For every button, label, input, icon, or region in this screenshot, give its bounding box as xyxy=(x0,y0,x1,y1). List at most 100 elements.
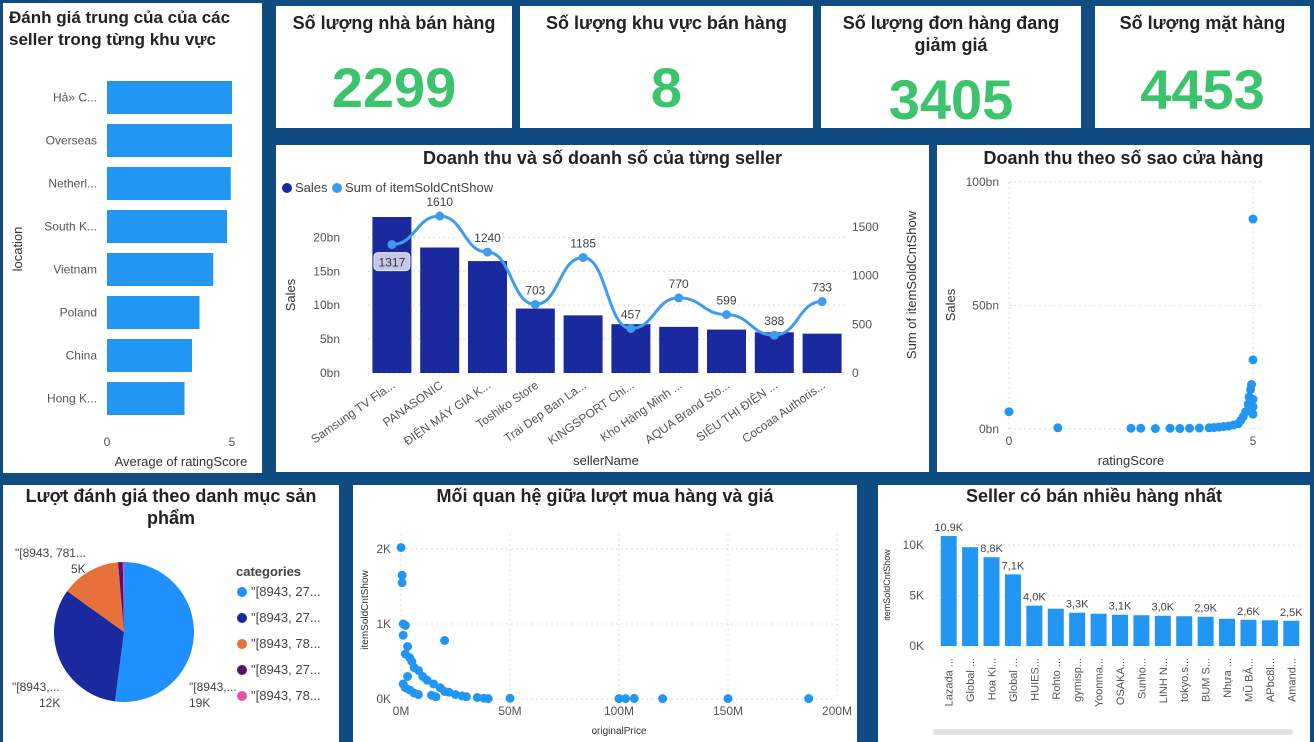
data-label: 1185 xyxy=(570,236,596,250)
top-sellers-bar-chart: 0K 5K 10K 10,9K Lazada ... Global ... 8,8K Hoa … xyxy=(882,522,1303,707)
legend-marker xyxy=(332,183,342,193)
x-tick-label: 0 xyxy=(104,435,111,449)
x-axis-label: ratingScore xyxy=(1098,453,1164,468)
location-bar-chart: Hả» C... Overseas Netherl... South K... Viet… xyxy=(10,81,247,469)
seller-bar xyxy=(962,547,979,646)
y-tick-label: 5K xyxy=(909,589,924,603)
price-scatter-chart: 0K 1K 2K 0M 50M 100M 150M 200M itemSoldCntShow or… xyxy=(360,534,852,737)
y2-tick-label: 0 xyxy=(852,366,859,380)
location-tick-label: Netherl... xyxy=(48,177,97,191)
seller-tick-label: Global ... xyxy=(1008,658,1020,702)
scatter-point xyxy=(440,636,450,645)
scatter-point xyxy=(1247,380,1257,390)
y-tick-label: 20bn xyxy=(313,230,340,244)
seller-bar xyxy=(1090,613,1107,646)
seller-bar xyxy=(1240,619,1257,646)
x-tick-label: 50M xyxy=(498,704,521,718)
data-label: 770 xyxy=(669,277,689,291)
y-tick-label: 100bn xyxy=(966,175,999,189)
top-sellers-card: Seller có bán nhiều hàng nhất 0K 5K 10K 10,… xyxy=(878,485,1310,742)
x-tick-label: 5 xyxy=(1250,434,1257,448)
seller-tick-label: LINH N... xyxy=(1158,658,1170,703)
scatter-point xyxy=(400,621,410,630)
rating-by-location-card: Đánh giá trung của của các seller trong … xyxy=(3,3,262,473)
sales-bar xyxy=(707,329,746,373)
seller-tick-label: OSAKA... xyxy=(1115,658,1127,705)
items-sold-point xyxy=(674,293,684,303)
scatter-point xyxy=(1185,423,1195,433)
scatter-point xyxy=(397,578,407,588)
scatter-point xyxy=(804,694,814,704)
y-axis-label: location xyxy=(10,227,25,272)
legend-label: "[8943, 78... xyxy=(251,688,321,703)
scatter-point xyxy=(483,694,493,704)
seller-bar xyxy=(1112,614,1128,646)
scatter-point xyxy=(621,694,631,704)
seller-tick-label: SIÊU THỊ ĐIỆN ... xyxy=(693,377,780,444)
sales-bar xyxy=(659,326,699,373)
horizontal-scrollbar[interactable] xyxy=(933,729,1293,735)
seller-bar xyxy=(1004,574,1021,646)
seller-tick-label: Sunho... xyxy=(1136,658,1148,699)
legend-label: "[8943, 27... xyxy=(251,584,321,599)
scatter-point xyxy=(396,543,406,552)
seller-bar xyxy=(940,536,957,646)
sales-bar xyxy=(802,333,842,373)
x-tick-label: 100M xyxy=(604,704,634,718)
seller-tick-label: Lazada ... xyxy=(944,658,956,706)
data-label: 7,1K xyxy=(1002,560,1025,572)
data-label: 8,8K xyxy=(980,543,1003,555)
seller-tick-label: Nhựa ... xyxy=(1222,658,1234,698)
seller-bar xyxy=(1026,605,1043,646)
seller-tick-label: ĐIỆN MÁY GIA K... xyxy=(401,377,494,448)
scatter-point xyxy=(1248,409,1258,419)
slice-label-name: "[8943, 781... xyxy=(15,546,86,560)
scatter-point xyxy=(1175,424,1185,434)
data-label: 1610 xyxy=(426,195,453,209)
scatter-point xyxy=(658,694,668,704)
location-tick-label: Overseas xyxy=(46,134,97,148)
legend-label: "[8943, 27... xyxy=(251,610,321,625)
y-tick-label: 15bn xyxy=(313,264,340,278)
slice-label-name: "[8943,... xyxy=(12,680,60,694)
y-tick-label: 1K xyxy=(376,617,391,631)
items-sold-point xyxy=(483,247,492,257)
location-bar xyxy=(107,210,227,243)
y-axis-label: itemSoldCntShow xyxy=(360,569,371,649)
scatter-point xyxy=(461,692,471,702)
location-tick-label: China xyxy=(66,349,98,363)
location-bar xyxy=(107,81,232,114)
data-label: 2,5K xyxy=(1280,607,1303,619)
x-axis-label: sellerName xyxy=(573,453,639,468)
y-tick-label: 0bn xyxy=(979,422,999,436)
sales-bar xyxy=(468,261,507,373)
price-vs-sold-card: Mối quan hệ giữa lượt mua hàng và giá 0K… xyxy=(353,485,857,742)
scatter-point xyxy=(398,630,408,640)
scatter-point xyxy=(1248,214,1258,224)
items-sold-point xyxy=(387,240,397,250)
rating-scatter-chart: 0bn 50bn 100bn 0 5 Sales ratingScore xyxy=(943,175,1263,468)
legend-marker xyxy=(237,665,247,675)
seller-combo-chart: 0bn 5bn 10bn 15bn 20bn 0 500 1000 1500 Sales Sum o… xyxy=(282,180,919,468)
y-tick-label: 5bn xyxy=(320,332,340,346)
data-label: 733 xyxy=(812,281,832,295)
location-tick-label: Poland xyxy=(60,306,97,320)
y-tick-label: 0bn xyxy=(320,366,340,380)
data-label: 703 xyxy=(525,283,545,297)
location-bar xyxy=(107,339,192,372)
kpi-title: Số lượng khu vực bán hàng xyxy=(546,13,787,33)
items-sold-point xyxy=(722,310,731,320)
seller-tick-label: Amand... xyxy=(1286,658,1298,702)
legend-marker xyxy=(282,183,292,193)
slice-label-name: "[8943,... xyxy=(189,680,237,694)
x-axis-label: originalPrice xyxy=(591,726,646,737)
data-label: 3,0K xyxy=(1152,602,1175,614)
seller-tick-label: Kho Hàng Minh ... xyxy=(598,378,685,445)
category-pie-chart: "[8943,... 19K "[8943,... 12K "[8943, 781...… xyxy=(12,546,321,710)
kpi-value: 2299 xyxy=(331,56,457,119)
seller-tick-label: KINGSPORT Chi... xyxy=(545,378,636,448)
y-axis-label: itemSoldCntShow xyxy=(882,549,892,621)
seller-tick-label: tokyo.s... xyxy=(1179,658,1191,702)
kpi-card-regions: Số lượng khu vực bán hàng 8 xyxy=(520,6,813,128)
kpi-title: Số lượng đơn hàng đang giảm giá xyxy=(842,13,1060,55)
